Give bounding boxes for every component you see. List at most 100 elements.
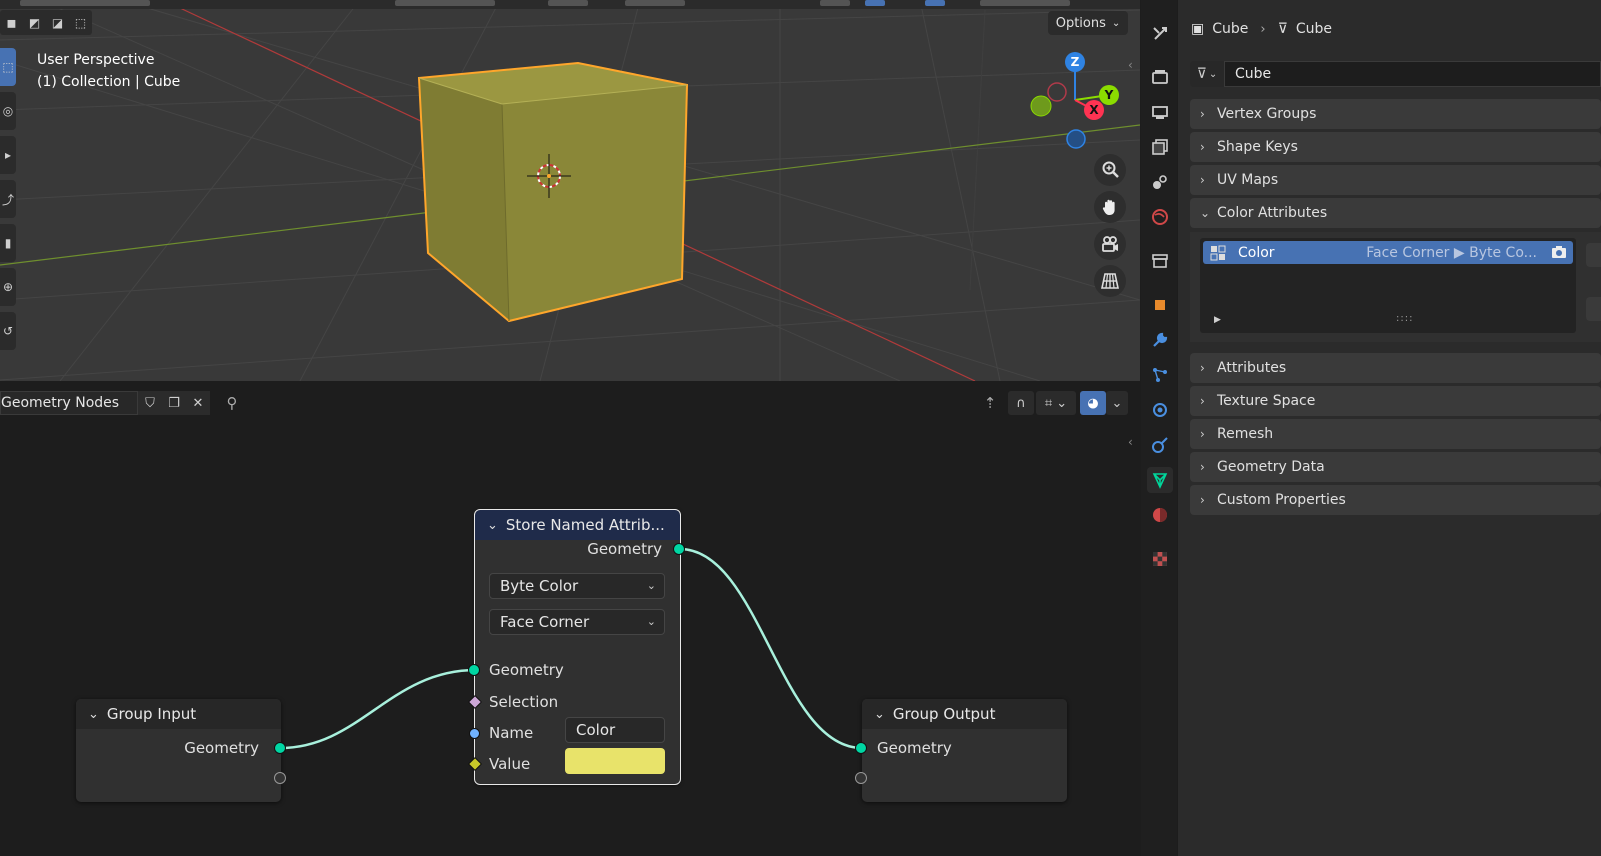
select-new-icon[interactable]: ◼ xyxy=(0,10,23,35)
color-attribute-list[interactable]: Color Face Corner ▶ Byte Co... ▶ :::: xyxy=(1200,238,1576,333)
input-name-label: Name xyxy=(489,724,534,742)
tool-tab-icon[interactable] xyxy=(1147,21,1173,47)
domain-value: Face Corner xyxy=(500,613,590,631)
gizmo-z-label: Z xyxy=(1071,55,1080,69)
3d-viewport[interactable]: Z Y X ◼ ◩ ◪ ⬚ ⬚ ◎ ▸ ⤴ ▮ ⊕ ↺ User Perspec… xyxy=(0,0,1140,381)
object-icon: ▣ xyxy=(1191,21,1205,37)
panel-title: Attributes xyxy=(1217,360,1287,376)
navigation-gizmo[interactable]: Z Y X xyxy=(1030,52,1119,149)
chevron-right-icon: › xyxy=(1200,140,1205,154)
node-title: Group Input xyxy=(106,705,197,723)
panel-color-attributes[interactable]: ⌄ Color Attributes xyxy=(1190,198,1601,228)
domain-dropdown[interactable]: Face Corner ⌄ xyxy=(489,609,665,635)
panel-attributes[interactable]: › Attributes xyxy=(1190,353,1601,383)
attribute-name-field[interactable]: Color xyxy=(565,717,665,743)
node-header[interactable]: ⌄ Group Output xyxy=(862,699,1067,729)
chevron-down-icon[interactable]: ⌄ xyxy=(874,707,885,722)
panel-custom-properties[interactable]: › Custom Properties xyxy=(1190,485,1601,515)
scale-tool-icon[interactable]: ▮ xyxy=(0,224,16,262)
collection-tab-icon[interactable] xyxy=(1147,248,1173,274)
store-named-attribute-node[interactable]: ⌄ Store Named Attrib... Geometry Byte Co… xyxy=(467,509,685,785)
move-tool-icon[interactable]: ▸ xyxy=(0,136,16,174)
transform-tool-icon[interactable]: ⊕ xyxy=(0,268,16,306)
attribute-specials-button[interactable] xyxy=(1586,297,1601,321)
name-input-socket[interactable] xyxy=(469,728,480,739)
render-camera-icon[interactable] xyxy=(1551,245,1567,259)
cube-object[interactable] xyxy=(417,61,689,323)
perspective-grid-icon[interactable] xyxy=(1094,265,1126,297)
mesh-name-field[interactable]: Cube xyxy=(1224,61,1601,87)
select-intersect-icon[interactable]: ⬚ xyxy=(69,10,92,35)
add-attribute-button[interactable] xyxy=(1586,243,1601,267)
chevron-down-icon[interactable]: ⌄ xyxy=(88,707,99,722)
camera-view-icon[interactable] xyxy=(1094,228,1126,260)
group-input-node[interactable]: ⌄ Group Input Geometry xyxy=(76,699,286,802)
mesh-icon: ⊽ xyxy=(1277,21,1288,37)
annotate-tool-icon[interactable]: ↺ xyxy=(0,312,16,350)
list-item[interactable]: Color Face Corner ▶ Byte Co... xyxy=(1203,241,1573,264)
view-layer-tab-icon[interactable] xyxy=(1147,134,1173,160)
constraints-tab-icon[interactable] xyxy=(1147,432,1173,458)
geometry-input-socket[interactable] xyxy=(468,664,480,676)
empty-input-socket[interactable] xyxy=(855,772,867,784)
zoom-icon[interactable] xyxy=(1094,154,1126,186)
sidebar-toggle-icon[interactable]: ‹ xyxy=(1128,58,1133,72)
select-extend-icon[interactable]: ◩ xyxy=(23,10,46,35)
select-subtract-icon[interactable]: ◪ xyxy=(46,10,69,35)
data-type-dropdown[interactable]: Byte Color ⌄ xyxy=(489,573,665,599)
panel-vertex-groups[interactable]: › Vertex Groups xyxy=(1190,99,1601,129)
panel-texture-space[interactable]: › Texture Space xyxy=(1190,386,1601,416)
node-header[interactable]: ⌄ Group Input xyxy=(76,699,281,729)
output-tab-icon[interactable] xyxy=(1147,99,1173,125)
panel-shape-keys[interactable]: › Shape Keys xyxy=(1190,132,1601,162)
chevron-right-icon: › xyxy=(1200,173,1205,187)
viewport-info-overlay: User Perspective (1) Collection | Cube xyxy=(37,49,180,93)
list-resize-grip-icon[interactable]: :::: xyxy=(1396,313,1413,324)
panel-geometry-data[interactable]: › Geometry Data xyxy=(1190,452,1601,482)
mesh-data-tab-icon[interactable] xyxy=(1147,467,1173,493)
input-geometry-label: Geometry xyxy=(489,661,564,679)
input-selection-label: Selection xyxy=(489,693,559,711)
panel-remesh[interactable]: › Remesh xyxy=(1190,419,1601,449)
mesh-browse-button[interactable]: ⊽ ⌄ xyxy=(1190,61,1224,87)
node-title: Store Named Attrib... xyxy=(505,516,665,534)
collection-line: (1) Collection | Cube xyxy=(37,74,181,90)
breadcrumb-mesh: Cube xyxy=(1295,21,1332,37)
selection-mode-buttons[interactable]: ◼ ◩ ◪ ⬚ xyxy=(0,10,92,35)
node-header[interactable]: ⌄ Store Named Attrib... xyxy=(475,510,680,540)
options-dropdown[interactable]: Options ⌄ xyxy=(1048,11,1128,35)
geometry-input-socket[interactable] xyxy=(855,742,867,754)
geometry-output-socket[interactable] xyxy=(274,742,286,754)
list-filter-expand-icon[interactable]: ▶ xyxy=(1214,315,1221,325)
panel-title: Color Attributes xyxy=(1217,205,1328,221)
chevron-right-icon: › xyxy=(1260,21,1266,37)
rotate-tool-icon[interactable]: ⤴ xyxy=(0,180,16,218)
object-tab-icon[interactable] xyxy=(1147,292,1173,318)
group-output-node[interactable]: ⌄ Group Output Geometry xyxy=(855,699,1067,802)
pan-hand-icon[interactable] xyxy=(1094,191,1126,223)
chevron-down-icon: ⌄ xyxy=(646,579,656,592)
scene-tab-icon[interactable] xyxy=(1147,169,1173,195)
panel-title: Shape Keys xyxy=(1217,139,1298,155)
modifier-wrench-icon[interactable] xyxy=(1147,327,1173,353)
geometry-output-socket[interactable] xyxy=(673,543,685,555)
material-tab-icon[interactable] xyxy=(1147,502,1173,528)
panel-uv-maps[interactable]: › UV Maps xyxy=(1190,165,1601,195)
particles-tab-icon[interactable] xyxy=(1147,362,1173,388)
render-tab-icon[interactable] xyxy=(1147,64,1173,90)
chevron-down-icon[interactable]: ⌄ xyxy=(487,518,498,533)
viewport-header-strip xyxy=(0,0,1140,9)
geometry-node-editor[interactable]: Geometry Nodes ⛉ ❐ ✕ ⚲ ⇡ ∩ ⌗ ⌄ ◕ ⌄ ‹ ⌄ G… xyxy=(0,383,1140,856)
world-tab-icon[interactable] xyxy=(1147,204,1173,230)
panel-title: Geometry Data xyxy=(1217,459,1325,475)
view-name: User Perspective xyxy=(37,52,155,68)
value-color-swatch[interactable] xyxy=(565,748,665,774)
empty-output-socket[interactable] xyxy=(274,772,286,784)
color-attribute-icon xyxy=(1210,245,1226,260)
properties-editor[interactable]: ▣ Cube › ⊽ Cube ⊽ ⌄ Cube › Vertex Groups… xyxy=(1178,0,1601,856)
cursor-tool-icon[interactable]: ◎ xyxy=(0,92,16,130)
physics-tab-icon[interactable] xyxy=(1147,397,1173,423)
chevron-right-icon: › xyxy=(1200,493,1205,507)
select-box-tool-icon[interactable]: ⬚ xyxy=(0,48,16,86)
texture-tab-icon[interactable] xyxy=(1147,546,1173,572)
